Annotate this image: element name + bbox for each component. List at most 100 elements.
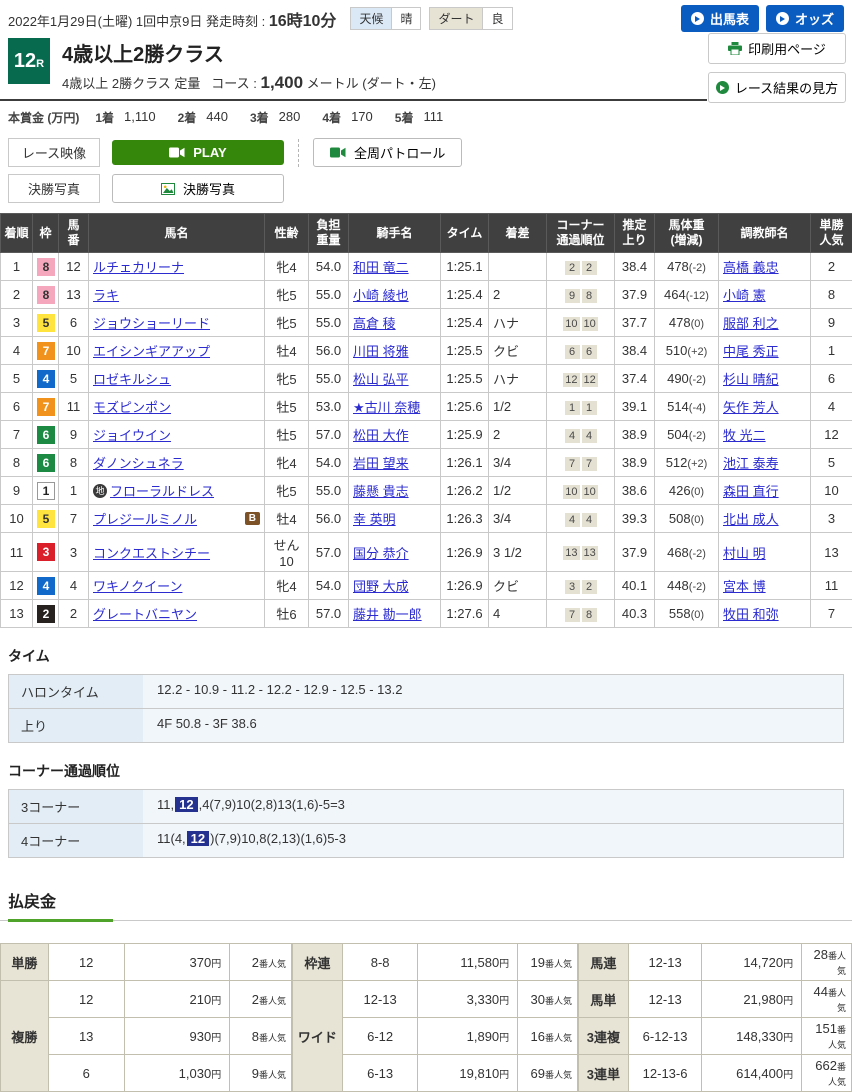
jockey-link[interactable]: 松山 弘平 bbox=[353, 372, 409, 387]
sex-age: 牝4 bbox=[265, 572, 309, 600]
sex-age: 牝5 bbox=[265, 365, 309, 393]
horse-name-link[interactable]: エイシンギアアップ bbox=[93, 341, 210, 360]
payout-heading: 払戻金 bbox=[8, 894, 56, 911]
trainer-link[interactable]: 杉山 晴紀 bbox=[723, 372, 779, 387]
jockey-link[interactable]: 川田 将雅 bbox=[353, 344, 409, 359]
payout-amount: 1,890円 bbox=[418, 1018, 518, 1055]
sex-age: 牡6 bbox=[265, 600, 309, 628]
finish-position: 7 bbox=[1, 421, 33, 449]
column-header: コーナー 通過順位 bbox=[547, 214, 615, 253]
horse-name-link[interactable]: ワキノクイーン bbox=[93, 576, 182, 595]
jockey-link[interactable]: 幸 英明 bbox=[353, 512, 396, 527]
time-row: 上り 4F 50.8 - 3F 38.6 bbox=[9, 709, 843, 742]
horse-number: 11 bbox=[59, 393, 89, 421]
horse-name-link[interactable]: ジョイウイン bbox=[93, 425, 171, 444]
jockey-link[interactable]: 国分 恭介 bbox=[353, 546, 409, 561]
finish-time: 1:26.3 bbox=[441, 505, 489, 533]
trainer-link[interactable]: 牧田 和弥 bbox=[723, 607, 779, 622]
horse-name-link[interactable]: グレートバニヤン bbox=[93, 604, 197, 623]
horse-name-link[interactable]: コンクエストシチー bbox=[93, 543, 210, 562]
shutsubahyo-button[interactable]: 出馬表 bbox=[681, 5, 759, 32]
horse-weight: 510(+2) bbox=[655, 337, 719, 365]
prize-item: 2着 440 bbox=[178, 109, 228, 126]
payout-table-middle: 枠連 8-8 11,580円 19番人気 ワイド 12-13 3,330円 30… bbox=[292, 943, 578, 1092]
jockey-link[interactable]: 小崎 綾也 bbox=[353, 288, 409, 303]
corner-4-position: 10 bbox=[582, 317, 598, 331]
trainer-link[interactable]: 森田 直行 bbox=[723, 484, 779, 499]
horse-name-link[interactable]: ジョウショーリード bbox=[93, 313, 210, 332]
horse-number: 6 bbox=[59, 309, 89, 337]
trainer-link[interactable]: 中尾 秀正 bbox=[723, 344, 779, 359]
time-row: ハロンタイム 12.2 - 10.9 - 11.2 - 12.2 - 12.9 … bbox=[9, 675, 843, 709]
jockey-link[interactable]: 藤懸 貴志 bbox=[353, 484, 409, 499]
margin: 3/4 bbox=[489, 449, 547, 477]
jockey-link[interactable]: 松田 大作 bbox=[353, 428, 409, 443]
trainer-link[interactable]: 服部 利之 bbox=[723, 316, 779, 331]
odds-button[interactable]: オッズ bbox=[766, 5, 844, 32]
horse-name-link[interactable]: プレジールミノル bbox=[93, 509, 197, 528]
bet-type-label: 3連単 bbox=[578, 1055, 628, 1092]
finish-position: 5 bbox=[1, 365, 33, 393]
finish-time: 1:26.9 bbox=[441, 533, 489, 572]
print-page-button[interactable]: 印刷用ページ bbox=[708, 33, 846, 64]
win-favorite-rank: 4 bbox=[811, 393, 852, 421]
finish-position: 6 bbox=[1, 393, 33, 421]
corner-positions: 32 bbox=[547, 572, 615, 600]
sex-age: せん10 bbox=[265, 533, 309, 572]
trainer-link[interactable]: 高橋 義忠 bbox=[723, 260, 779, 275]
horse-name-link[interactable]: ラキ bbox=[93, 285, 119, 304]
finish-photo-label: 決勝写真 bbox=[8, 174, 100, 203]
horse-name-link[interactable]: ダノンシュネラ bbox=[93, 453, 184, 472]
trainer-link[interactable]: 北出 成人 bbox=[723, 512, 779, 527]
prize-item: 1着 1,110 bbox=[95, 109, 155, 126]
corner-4-position: 10 bbox=[582, 485, 598, 499]
margin: ハナ bbox=[489, 309, 547, 337]
horse-name-link[interactable]: フローラルドレス bbox=[110, 481, 214, 500]
bracket-number: 4 bbox=[37, 370, 55, 388]
print-page-label: 印刷用ページ bbox=[748, 39, 826, 58]
trainer-link[interactable]: 牧 光二 bbox=[723, 428, 766, 443]
horse-name-link[interactable]: ロゼキルシュ bbox=[93, 369, 171, 388]
win-favorite-rank: 7 bbox=[811, 600, 852, 628]
corner-positions: 22 bbox=[547, 253, 615, 281]
finish-position: 9 bbox=[1, 477, 33, 505]
trainer-link[interactable]: 宮本 博 bbox=[723, 579, 766, 594]
horse-name-link[interactable]: モズピンポン bbox=[93, 397, 171, 416]
jockey-link[interactable]: 団野 大成 bbox=[353, 579, 409, 594]
payout-row: 馬単 12-13 21,980円 44番人気 bbox=[578, 981, 851, 1018]
condition-badges: 天候 晴 ダート 良 bbox=[350, 7, 520, 30]
sex-age: 牝4 bbox=[265, 449, 309, 477]
race-video-label: レース映像 bbox=[8, 138, 100, 167]
payout-row: 3連単 12-13-6 614,400円 662番人気 bbox=[578, 1055, 851, 1092]
jockey-link[interactable]: 高倉 稜 bbox=[353, 316, 396, 331]
course-distance: 1,400 bbox=[260, 73, 303, 92]
patrol-video-button[interactable]: 全周パトロール bbox=[313, 138, 462, 167]
finish-photo-button-label: 決勝写真 bbox=[183, 179, 235, 198]
sex-age: 牝5 bbox=[265, 309, 309, 337]
corner-4-position: 4 bbox=[582, 429, 597, 443]
bracket-number: 4 bbox=[37, 577, 55, 595]
result-guide-button[interactable]: レース結果の見方 bbox=[708, 72, 846, 103]
payout-favorite: 2番人気 bbox=[230, 981, 292, 1018]
jockey-link[interactable]: 藤井 勘一郎 bbox=[353, 607, 422, 622]
margin: 1/2 bbox=[489, 393, 547, 421]
win-favorite-rank: 2 bbox=[811, 253, 852, 281]
horse-name-link[interactable]: ルチェカリーナ bbox=[93, 257, 184, 276]
jockey-link[interactable]: 和田 竜二 bbox=[353, 260, 409, 275]
column-header: 推定 上り bbox=[615, 214, 655, 253]
trainer-link[interactable]: 村山 明 bbox=[723, 546, 766, 561]
jockey-link[interactable]: ★古川 奈穂 bbox=[353, 400, 420, 415]
finish-photo-button[interactable]: 決勝写真 bbox=[112, 174, 284, 203]
bracket-number: 5 bbox=[37, 314, 55, 332]
trainer-link[interactable]: 矢作 芳人 bbox=[723, 400, 779, 415]
trainer-link[interactable]: 池江 泰寿 bbox=[723, 456, 779, 471]
win-favorite-rank: 12 bbox=[811, 421, 852, 449]
video-camera-icon bbox=[169, 147, 185, 158]
payout-row: ワイド 12-13 3,330円 30番人気 bbox=[292, 981, 577, 1018]
winner-highlight: 12 bbox=[187, 831, 209, 846]
corner-positions: 44 bbox=[547, 421, 615, 449]
jockey-link[interactable]: 岩田 望来 bbox=[353, 456, 409, 471]
weather-badge: 天候 晴 bbox=[350, 7, 421, 30]
trainer-link[interactable]: 小崎 憲 bbox=[723, 288, 766, 303]
play-button[interactable]: PLAY bbox=[112, 140, 284, 165]
